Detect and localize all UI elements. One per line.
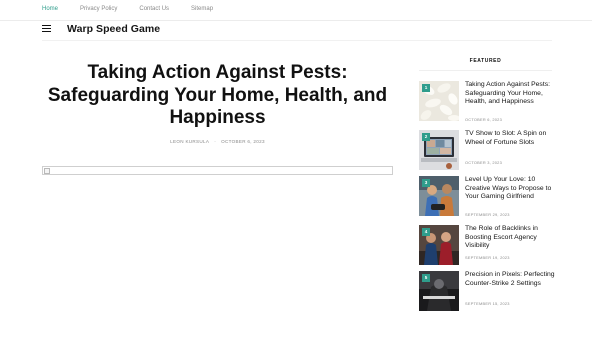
featured-date: SEPTEMBER 15, 2023	[465, 301, 510, 306]
meta-separator: ·	[214, 139, 217, 144]
featured-item[interactable]: 1 Taking Action Against Pests: Safeguard…	[419, 81, 559, 125]
nav-privacy-policy-link[interactable]: Privacy Policy	[80, 5, 117, 14]
featured-thumbnail[interactable]: 5	[419, 271, 459, 311]
featured-date: SEPTEMBER 19, 2023	[465, 255, 510, 260]
featured-date: OCTOBER 6, 2023	[465, 117, 502, 122]
featured-number-badge: 4	[422, 228, 430, 236]
featured-thumbnail[interactable]: 4	[419, 225, 459, 265]
featured-thumbnail[interactable]: 3	[419, 176, 459, 216]
featured-heading: FEATURED	[469, 58, 502, 64]
featured-number-badge: 3	[422, 179, 430, 187]
article-author[interactable]: LEON KURSULA	[170, 139, 209, 144]
featured-item[interactable]: 4 The Role of Backlinks in Boosting Esco…	[419, 225, 559, 269]
featured-title[interactable]: The Role of Backlinks in Boosting Escort…	[465, 225, 558, 251]
nav-sitemap-link[interactable]: Sitemap	[191, 5, 213, 14]
featured-number-badge: 5	[422, 274, 430, 282]
featured-item[interactable]: 3 Level Up Your Love: 10 Creative Ways t…	[419, 176, 559, 220]
hamburger-icon[interactable]	[42, 25, 51, 32]
broken-image-icon	[44, 168, 50, 174]
top-bar: Home Privacy Policy Contact Us Sitemap	[0, 0, 592, 21]
featured-title[interactable]: Taking Action Against Pests: Safeguardin…	[465, 81, 558, 107]
featured-thumbnail[interactable]: 2	[419, 130, 459, 170]
featured-date: OCTOBER 3, 2023	[465, 160, 502, 165]
site-title[interactable]: Warp Speed Game	[67, 23, 160, 35]
featured-thumbnail[interactable]: 1	[419, 81, 459, 121]
featured-date: SEPTEMBER 29, 2023	[465, 212, 510, 217]
featured-title[interactable]: Level Up Your Love: 10 Creative Ways to …	[465, 176, 558, 202]
article-meta: LEON KURSULA · OCTOBER 6, 2023	[42, 139, 393, 144]
nav-home-link[interactable]: Home	[42, 5, 58, 14]
header-divider	[42, 40, 552, 41]
featured-number-badge: 1	[422, 84, 430, 92]
hero-image	[42, 166, 393, 175]
featured-divider	[419, 70, 552, 71]
nav-contact-us-link[interactable]: Contact Us	[139, 5, 169, 14]
top-nav: Home Privacy Policy Contact Us Sitemap	[42, 5, 235, 14]
featured-item[interactable]: 2 TV Show to Slot: A Spin on Wheel of Fo…	[419, 130, 559, 174]
featured-title[interactable]: Precision in Pixels: Perfecting Counter-…	[465, 271, 558, 288]
featured-number-badge: 2	[422, 133, 430, 141]
featured-item[interactable]: 5 Precision in Pixels: Perfecting Counte…	[419, 271, 559, 315]
article-date: OCTOBER 6, 2023	[221, 139, 265, 144]
article-title: Taking Action Against Pests: Safeguardin…	[47, 62, 388, 128]
featured-title[interactable]: TV Show to Slot: A Spin on Wheel of Fort…	[465, 130, 558, 147]
